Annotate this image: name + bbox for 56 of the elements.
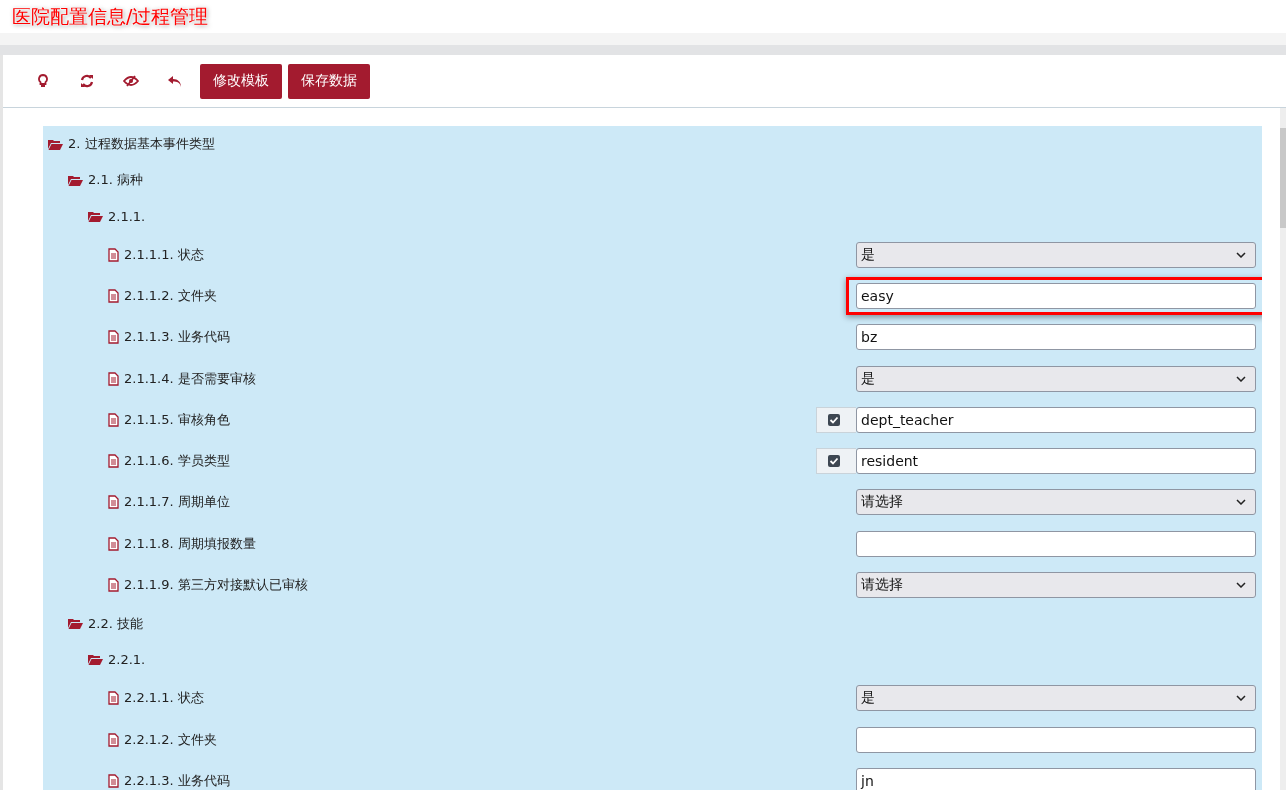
checkbox[interactable]	[828, 413, 840, 426]
field-label: 2.2.1.3. 业务代码	[124, 771, 230, 790]
checkbox[interactable]	[828, 455, 840, 468]
scrollbar[interactable]	[1280, 108, 1286, 790]
field-label: 2.2.1.1. 状态	[124, 689, 204, 708]
tree-folder-label[interactable]: 2. 过程数据基本事件类型	[68, 135, 215, 153]
document-icon	[108, 691, 119, 706]
refresh-icon[interactable]	[80, 74, 94, 88]
chevron-down-icon	[1236, 499, 1246, 506]
field-label: 2.1.1.7. 周期单位	[124, 493, 230, 512]
document-icon	[108, 536, 119, 551]
document-icon	[108, 371, 119, 386]
toolbar-button[interactable]: 保存数据	[288, 63, 370, 99]
tree-folder-label[interactable]: 2.1.1.	[108, 208, 146, 224]
document-icon	[108, 288, 119, 303]
field-label: 2.1.1.4. 是否需要审核	[124, 369, 256, 388]
select-field[interactable]: 请选择	[856, 572, 1256, 598]
toolbar-button[interactable]: 修改模板	[200, 63, 282, 99]
input-field[interactable]: easy	[856, 282, 1256, 309]
tree-folder-label[interactable]: 2.1. 病种	[88, 171, 143, 189]
chevron-down-icon	[1236, 582, 1246, 588]
document-icon	[108, 732, 119, 747]
input-field[interactable]: resident	[856, 448, 1256, 475]
field-label: 2.1.1.1. 状态	[124, 245, 204, 264]
field-label: 2.1.1.2. 文件夹	[124, 286, 217, 305]
input-field[interactable]	[856, 530, 1256, 557]
document-icon	[108, 578, 119, 592]
field-label: 2.1.1.3. 业务代码	[124, 328, 230, 347]
document-icon	[108, 454, 119, 469]
page-title: 医院配置信息/过程管理	[12, 3, 209, 29]
field-label: 2.1.1.6. 学员类型	[124, 452, 230, 471]
chevron-down-icon	[1236, 695, 1246, 702]
select-field[interactable]: 请选择	[856, 489, 1256, 516]
bulb-icon[interactable]	[38, 74, 48, 88]
tree-folder-label[interactable]: 2.2.1.	[108, 652, 146, 668]
document-icon	[108, 773, 119, 788]
field-label: 2.1.1.9. 第三方对接默认已审核	[124, 576, 308, 594]
input-field[interactable]: bz	[856, 324, 1256, 351]
eye-slash-icon[interactable]	[123, 75, 139, 87]
input-field[interactable]: dept_teacher	[856, 406, 1256, 433]
chevron-down-icon	[1236, 251, 1246, 258]
field-label: 2.1.1.8. 周期填报数量	[124, 534, 256, 553]
field-label: 2.1.1.5. 审核角色	[124, 410, 230, 429]
input-field[interactable]: jn	[856, 767, 1256, 790]
select-field[interactable]: 是	[856, 241, 1256, 268]
field-label: 2.2.1.2. 文件夹	[124, 730, 217, 749]
tree-folder-label[interactable]: 2.2. 技能	[88, 614, 143, 633]
document-icon	[108, 412, 119, 427]
document-icon	[108, 247, 119, 262]
input-field[interactable]	[856, 726, 1256, 753]
select-field[interactable]: 是	[856, 365, 1256, 392]
document-icon	[108, 495, 119, 510]
chevron-down-icon	[1236, 375, 1246, 382]
undo-icon[interactable]	[168, 74, 182, 88]
document-icon	[108, 330, 119, 345]
select-field[interactable]: 是	[856, 685, 1256, 712]
